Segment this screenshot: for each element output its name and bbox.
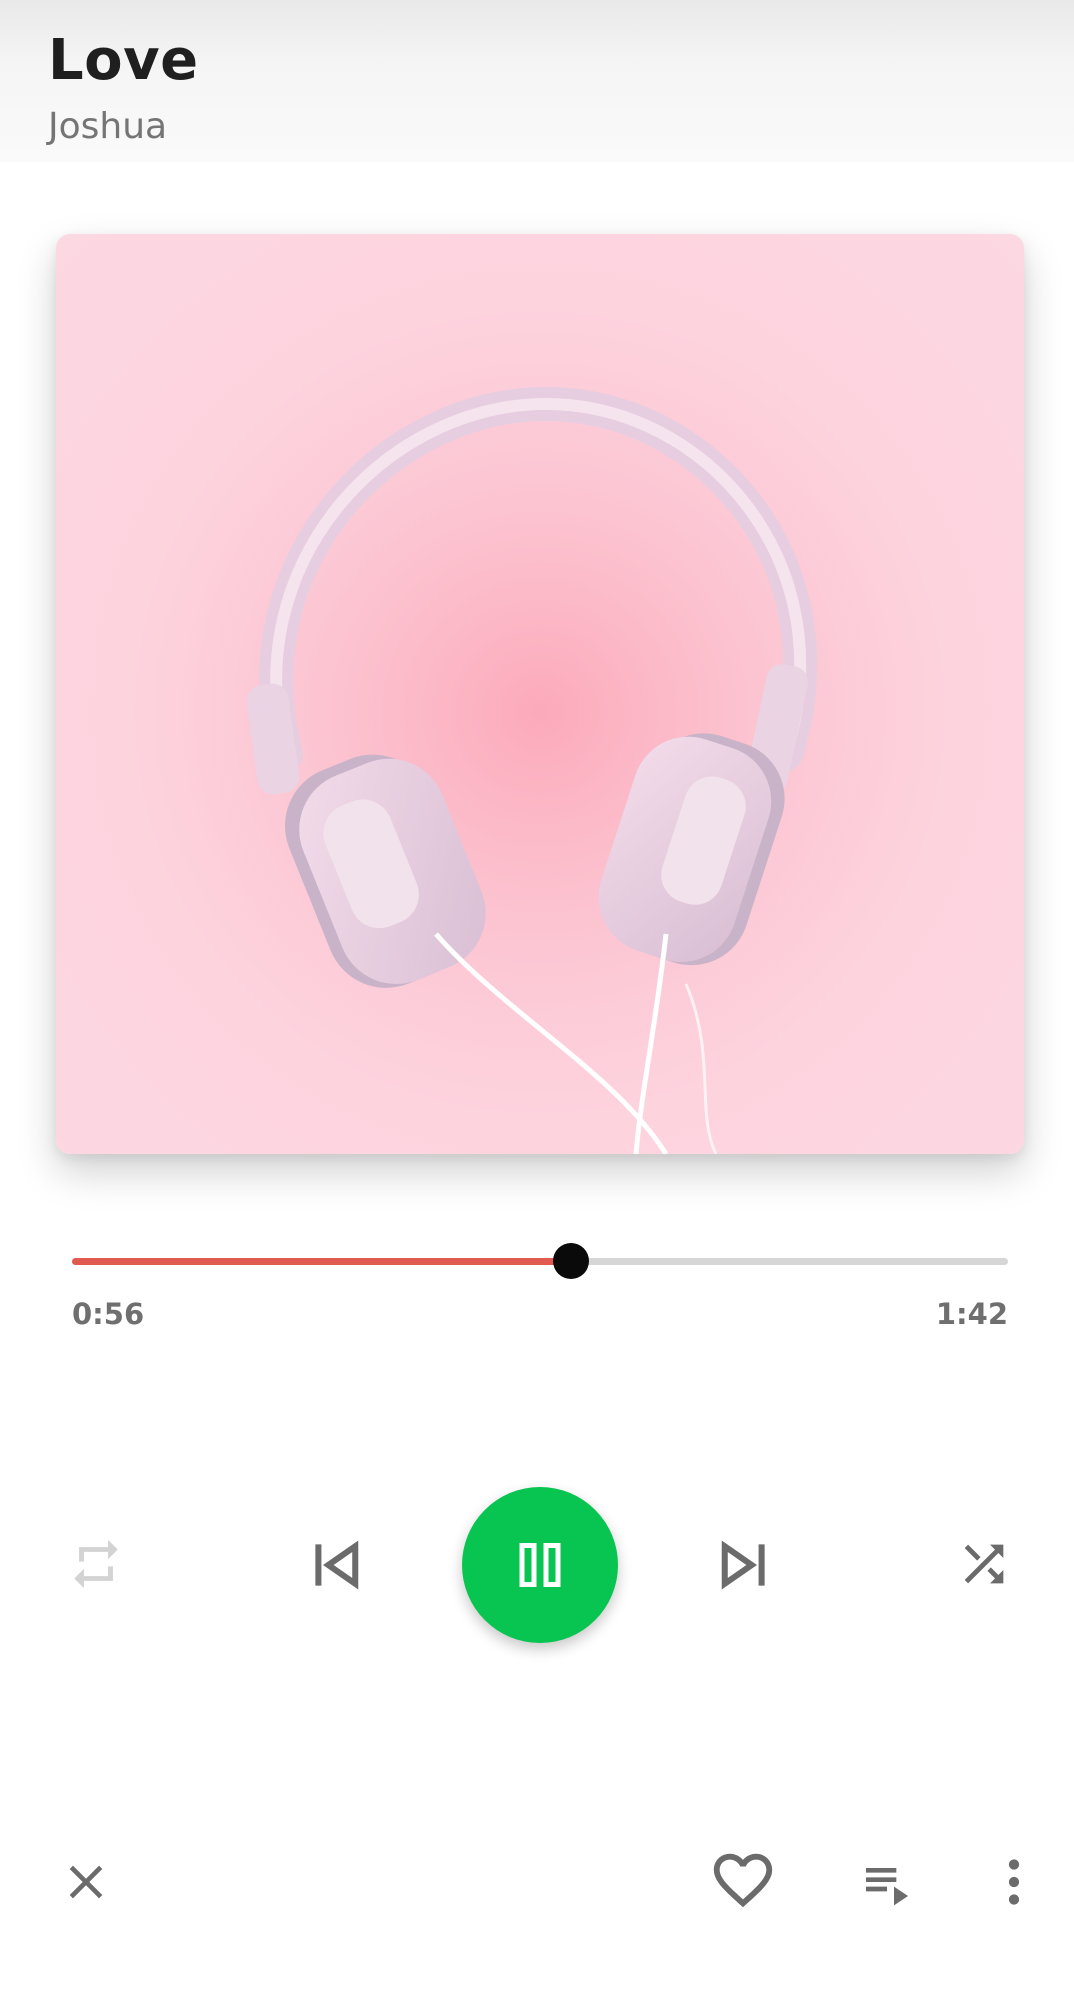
seek-bar-thumb[interactable] [552,1243,589,1279]
heart-outline-icon [713,1853,773,1908]
play-pause-button[interactable] [462,1487,618,1643]
close-icon [69,1865,103,1899]
elapsed-time: 0:56 [72,1297,145,1331]
previous-button[interactable] [296,1527,376,1603]
music-player-screen: Love Joshua 0:56 1:42 [0,0,1074,2004]
queue-music-icon [866,1868,908,1906]
more-vert-icon [1008,1859,1020,1905]
headphones-artwork [56,234,1024,1154]
close-button[interactable] [54,1850,118,1914]
skip-next-icon [721,1540,765,1590]
like-button[interactable] [706,1846,780,1914]
repeat-button[interactable] [58,1532,134,1596]
queue-button[interactable] [854,1850,920,1914]
skip-previous-icon [315,1540,359,1590]
total-time: 1:42 [935,1297,1008,1331]
shuffle-icon [964,1544,1004,1584]
more-options-button[interactable] [986,1850,1042,1914]
song-title: Love [48,28,199,93]
repeat-icon [74,1539,118,1589]
album-art [56,234,1024,1154]
next-button[interactable] [704,1527,784,1603]
seek-bar-progress [72,1258,571,1265]
now-playing-header: Love Joshua [0,0,1074,162]
pause-icon [519,1542,561,1588]
song-artist: Joshua [48,106,168,147]
shuffle-button[interactable] [948,1532,1020,1596]
seek-bar[interactable] [72,1243,1008,1279]
